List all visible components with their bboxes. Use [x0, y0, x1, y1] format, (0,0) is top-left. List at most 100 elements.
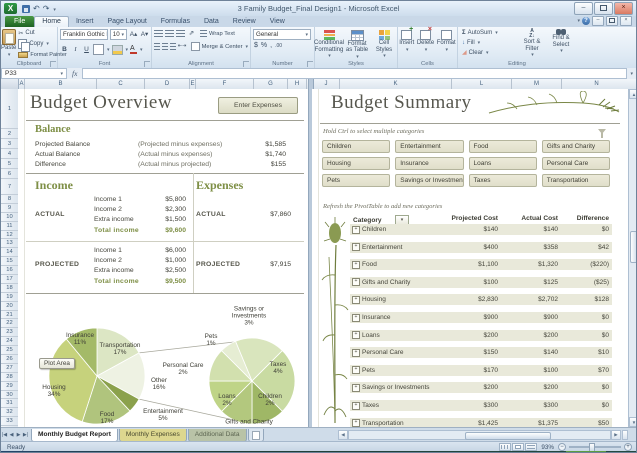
row-header-16[interactable]: 16 — [1, 266, 18, 275]
pivot-row-loans[interactable]: +Loans$200$200$0 — [350, 330, 612, 341]
column-header-C[interactable]: C — [97, 79, 145, 89]
minimize-button[interactable]: – — [574, 2, 593, 15]
page-layout-view-button[interactable] — [512, 443, 524, 451]
slicer-personal-care[interactable]: Personal Care — [542, 157, 610, 170]
font-name-combo[interactable]: Franklin Gothic Bo — [60, 29, 108, 40]
row-header-28[interactable]: 28 — [1, 373, 18, 382]
slicer-housing[interactable]: Housing — [322, 157, 390, 170]
next-sheet-button[interactable]: ▶ — [15, 429, 22, 442]
slicer-taxes[interactable]: Taxes — [469, 174, 537, 187]
row-header-18[interactable]: 18 — [1, 284, 18, 293]
row-header-29[interactable]: 29 — [1, 382, 18, 391]
workbook-restore-button[interactable] — [606, 16, 618, 26]
row-header-24[interactable]: 24 — [1, 337, 18, 346]
ribbon-tab-home[interactable]: Home — [34, 16, 69, 27]
delete-cells-button[interactable]: Delete — [417, 30, 434, 60]
row-header-2[interactable]: 2 — [1, 129, 18, 139]
expand-icon[interactable]: + — [352, 419, 360, 427]
column-header-H[interactable]: H — [288, 79, 307, 89]
zoom-level[interactable]: 93% — [541, 444, 554, 451]
vertical-scroll-thumb[interactable] — [630, 231, 637, 263]
workbook-close-button[interactable]: × — [620, 16, 632, 26]
orientation-icon[interactable]: ⇗ — [187, 29, 196, 38]
pivot-row-food[interactable]: +Food$1,100$1,320($220) — [350, 259, 612, 270]
expand-icon[interactable]: + — [352, 243, 360, 251]
decimal-buttons[interactable]: .00 — [275, 43, 282, 49]
horizontal-scroll-thumb[interactable] — [465, 432, 551, 440]
comma-format-button[interactable]: , — [270, 42, 272, 49]
fill-color-icon[interactable] — [112, 45, 123, 55]
enter-expenses-button[interactable]: Enter Expenses — [218, 97, 298, 114]
currency-format-button[interactable]: $ — [254, 42, 258, 49]
row-header-7[interactable]: 7 — [1, 179, 18, 195]
row-header-3[interactable]: 3 — [1, 139, 18, 149]
close-button[interactable]: × — [614, 2, 633, 15]
page-break-view-button[interactable] — [525, 443, 537, 451]
clear-button[interactable]: ◢Clear — [460, 48, 498, 57]
hscroll-right-arrow[interactable]: ▶ — [611, 430, 621, 440]
clear-filter-icon[interactable] — [598, 129, 606, 134]
align-right-icon[interactable] — [170, 43, 176, 50]
conditional-formatting-button[interactable]: Conditional Formatting — [316, 30, 342, 60]
sort-filter-button[interactable]: AZ↓ Sort & Filter — [519, 29, 545, 59]
formula-bar-expand-icon[interactable] — [629, 70, 636, 77]
undo-icon[interactable]: ↶ — [33, 4, 40, 14]
ribbon-tab-formulas[interactable]: Formulas — [154, 17, 197, 27]
slicer-food[interactable]: Food — [469, 140, 537, 153]
last-sheet-button[interactable]: ▶| — [22, 429, 29, 442]
alignment-dialog-launcher[interactable] — [243, 61, 249, 67]
pivot-row-savings-or-investments[interactable]: +Savings or Investments$200$200$0 — [350, 382, 612, 393]
column-header-D[interactable]: D — [145, 79, 190, 89]
borders-icon[interactable] — [93, 44, 104, 55]
bold-button[interactable]: B — [60, 45, 69, 54]
row-header-19[interactable]: 19 — [1, 293, 18, 302]
column-header-M[interactable]: M — [512, 79, 562, 89]
prev-sheet-button[interactable]: ◀ — [8, 429, 15, 442]
row-header-13[interactable]: 13 — [1, 239, 18, 248]
column-header-N[interactable]: N — [562, 79, 629, 89]
hscroll-left-arrow[interactable]: ◀ — [338, 430, 348, 440]
grow-font-button[interactable]: A▴ — [129, 30, 138, 39]
file-tab[interactable]: File — [5, 16, 34, 27]
zoom-in-button[interactable]: + — [624, 443, 632, 451]
redo-icon[interactable]: ↷ — [43, 4, 50, 14]
ribbon-collapse-icon[interactable] — [576, 18, 580, 24]
row-header-4[interactable]: 4 — [1, 149, 18, 159]
shrink-font-button[interactable]: A▾ — [140, 30, 149, 39]
row-header-8[interactable]: 8 — [1, 195, 18, 204]
column-header-F[interactable]: F — [196, 79, 254, 89]
row-header-5[interactable]: 5 — [1, 159, 18, 169]
expand-icon[interactable]: + — [352, 278, 360, 286]
font-size-combo[interactable]: 10 — [110, 29, 127, 40]
row-header-32[interactable]: 32 — [1, 408, 18, 417]
autosum-button[interactable]: ΣAutoSum — [460, 28, 498, 37]
number-format-combo[interactable]: General — [253, 29, 311, 40]
slicer-savings-or-investments[interactable]: Savings or Investments — [395, 174, 463, 187]
pivot-row-entertainment[interactable]: +Entertainment$400$358$42 — [350, 242, 612, 253]
wrap-text-button[interactable]: Wrap Text — [198, 29, 235, 38]
ribbon-tab-view[interactable]: View — [263, 17, 292, 27]
row-header-12[interactable]: 12 — [1, 231, 18, 240]
fill-button[interactable]: ↓Fill — [460, 38, 498, 47]
scroll-down-arrow[interactable]: ▼ — [629, 417, 637, 427]
expand-icon[interactable]: + — [352, 366, 360, 374]
slicer-transportation[interactable]: Transportation — [542, 174, 610, 187]
row-header-10[interactable]: 10 — [1, 213, 18, 222]
row-header-17[interactable]: 17 — [1, 275, 18, 284]
pivot-row-taxes[interactable]: +Taxes$300$300$0 — [350, 400, 612, 411]
indent-icons[interactable]: ⇤⇥ — [178, 42, 187, 51]
fx-icon[interactable]: fx — [67, 69, 82, 78]
name-box[interactable]: P33 — [1, 68, 67, 79]
expand-icon[interactable]: + — [352, 402, 360, 410]
pivot-row-transportation[interactable]: +Transportation$1,425$1,375$50 — [350, 418, 612, 427]
row-header-27[interactable]: 27 — [1, 364, 18, 373]
ribbon-tab-page-layout[interactable]: Page Layout — [100, 17, 153, 27]
row-header-22[interactable]: 22 — [1, 319, 18, 328]
ribbon-tab-data[interactable]: Data — [197, 17, 226, 27]
normal-view-button[interactable] — [499, 443, 511, 451]
align-bottom-icon[interactable] — [176, 30, 185, 37]
column-header-J[interactable]: J — [313, 79, 340, 89]
expand-icon[interactable]: + — [352, 296, 360, 304]
sheet-tab-monthly-budget-report[interactable]: Monthly Budget Report — [31, 429, 118, 442]
column-header-L[interactable]: L — [452, 79, 512, 89]
